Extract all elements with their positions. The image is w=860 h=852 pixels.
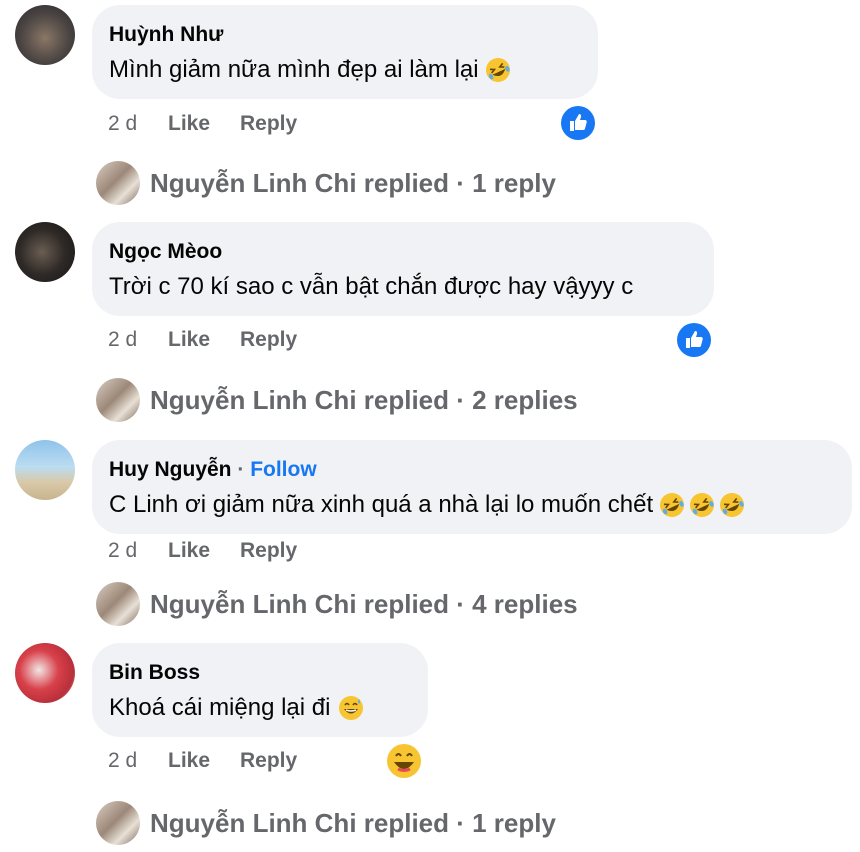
comment-text: Trời c 70 kí sao c vẫn bật chắn được hay… — [109, 273, 634, 300]
comment-actions: 2 d Like Reply — [108, 536, 297, 566]
comment-time[interactable]: 2 d — [108, 749, 168, 773]
rofl-emoji — [660, 493, 685, 517]
rofl-emoji — [485, 58, 510, 82]
reply-author-avatar — [96, 378, 140, 422]
comment-bubble: Ngọc Mèoo Trời c 70 kí sao c vẫn bật chắ… — [92, 222, 714, 316]
comment-time[interactable]: 2 d — [108, 112, 168, 136]
comment-author[interactable]: Huy Nguyễn — [109, 458, 232, 481]
like-reaction-icon[interactable] — [560, 105, 596, 141]
follow-button[interactable]: Follow — [250, 458, 317, 481]
like-button[interactable]: Like — [168, 539, 240, 563]
like-button[interactable]: Like — [168, 749, 240, 773]
comment-author-row: Huy Nguyễn · Follow — [109, 457, 834, 483]
comment-actions: 2 d Like Reply — [108, 325, 297, 355]
rofl-emoji — [690, 493, 715, 517]
comment-text-row: C Linh ơi giảm nữa xinh quá a nhà lại lo… — [109, 489, 834, 521]
comment-text: Mình giảm nữa mình đẹp ai làm lại — [109, 56, 479, 83]
like-button[interactable]: Like — [168, 112, 240, 136]
like-reaction-icon[interactable] — [676, 322, 712, 358]
comment-actions: 2 d Like Reply — [108, 109, 297, 139]
rofl-emoji — [720, 493, 745, 517]
comment-author[interactable]: Ngọc Mèoo — [109, 239, 696, 265]
replies-summary: Nguyễn Linh Chi replied · 2 replies — [150, 384, 578, 415]
replies-summary: Nguyễn Linh Chi replied · 4 replies — [150, 588, 578, 619]
view-replies-link[interactable]: Nguyễn Linh Chi replied · 4 replies — [96, 580, 578, 628]
reply-button[interactable]: Reply — [240, 112, 297, 136]
commenter-avatar[interactable] — [15, 222, 75, 282]
comment-text: C Linh ơi giảm nữa xinh quá a nhà lại lo… — [109, 491, 654, 518]
separator-dot: · — [237, 458, 251, 481]
replies-summary: Nguyễn Linh Chi replied · 1 reply — [150, 807, 556, 838]
comment-author[interactable]: Huỳnh Như — [109, 22, 580, 48]
commenter-avatar[interactable] — [15, 643, 75, 703]
view-replies-link[interactable]: Nguyễn Linh Chi replied · 2 replies — [96, 376, 578, 424]
comment-time[interactable]: 2 d — [108, 539, 168, 563]
reply-author-avatar — [96, 801, 140, 845]
comment-actions: 2 d Like Reply — [108, 746, 297, 776]
grinning-sweat-emoji — [339, 696, 364, 720]
like-button[interactable]: Like — [168, 328, 240, 352]
view-replies-link[interactable]: Nguyễn Linh Chi replied · 1 reply — [96, 799, 556, 847]
commenter-avatar[interactable] — [15, 440, 75, 500]
view-replies-link[interactable]: Nguyễn Linh Chi replied · 1 reply — [96, 159, 556, 207]
comment-text-row: Trời c 70 kí sao c vẫn bật chắn được hay… — [109, 271, 696, 303]
comment-bubble: Huỳnh Như Mình giảm nữa mình đẹp ai làm … — [92, 5, 598, 99]
reply-author-avatar — [96, 161, 140, 205]
commenter-avatar[interactable] — [15, 5, 75, 65]
replies-summary: Nguyễn Linh Chi replied · 1 reply — [150, 167, 556, 198]
reply-button[interactable]: Reply — [240, 328, 297, 352]
comment-bubble: Huy Nguyễn · Follow C Linh ơi giảm nữa x… — [92, 440, 852, 534]
reply-button[interactable]: Reply — [240, 539, 297, 563]
reply-button[interactable]: Reply — [240, 749, 297, 773]
comment-time[interactable]: 2 d — [108, 328, 168, 352]
comment-text-row: Mình giảm nữa mình đẹp ai làm lại — [109, 54, 580, 86]
comment-author[interactable]: Bin Boss — [109, 660, 410, 686]
haha-reaction-icon[interactable] — [386, 743, 422, 779]
comment-bubble: Bin Boss Khoá cái miệng lại đi — [92, 643, 428, 737]
comment-text-row: Khoá cái miệng lại đi — [109, 692, 410, 724]
comment-text: Khoá cái miệng lại đi — [109, 694, 331, 721]
reply-author-avatar — [96, 582, 140, 626]
